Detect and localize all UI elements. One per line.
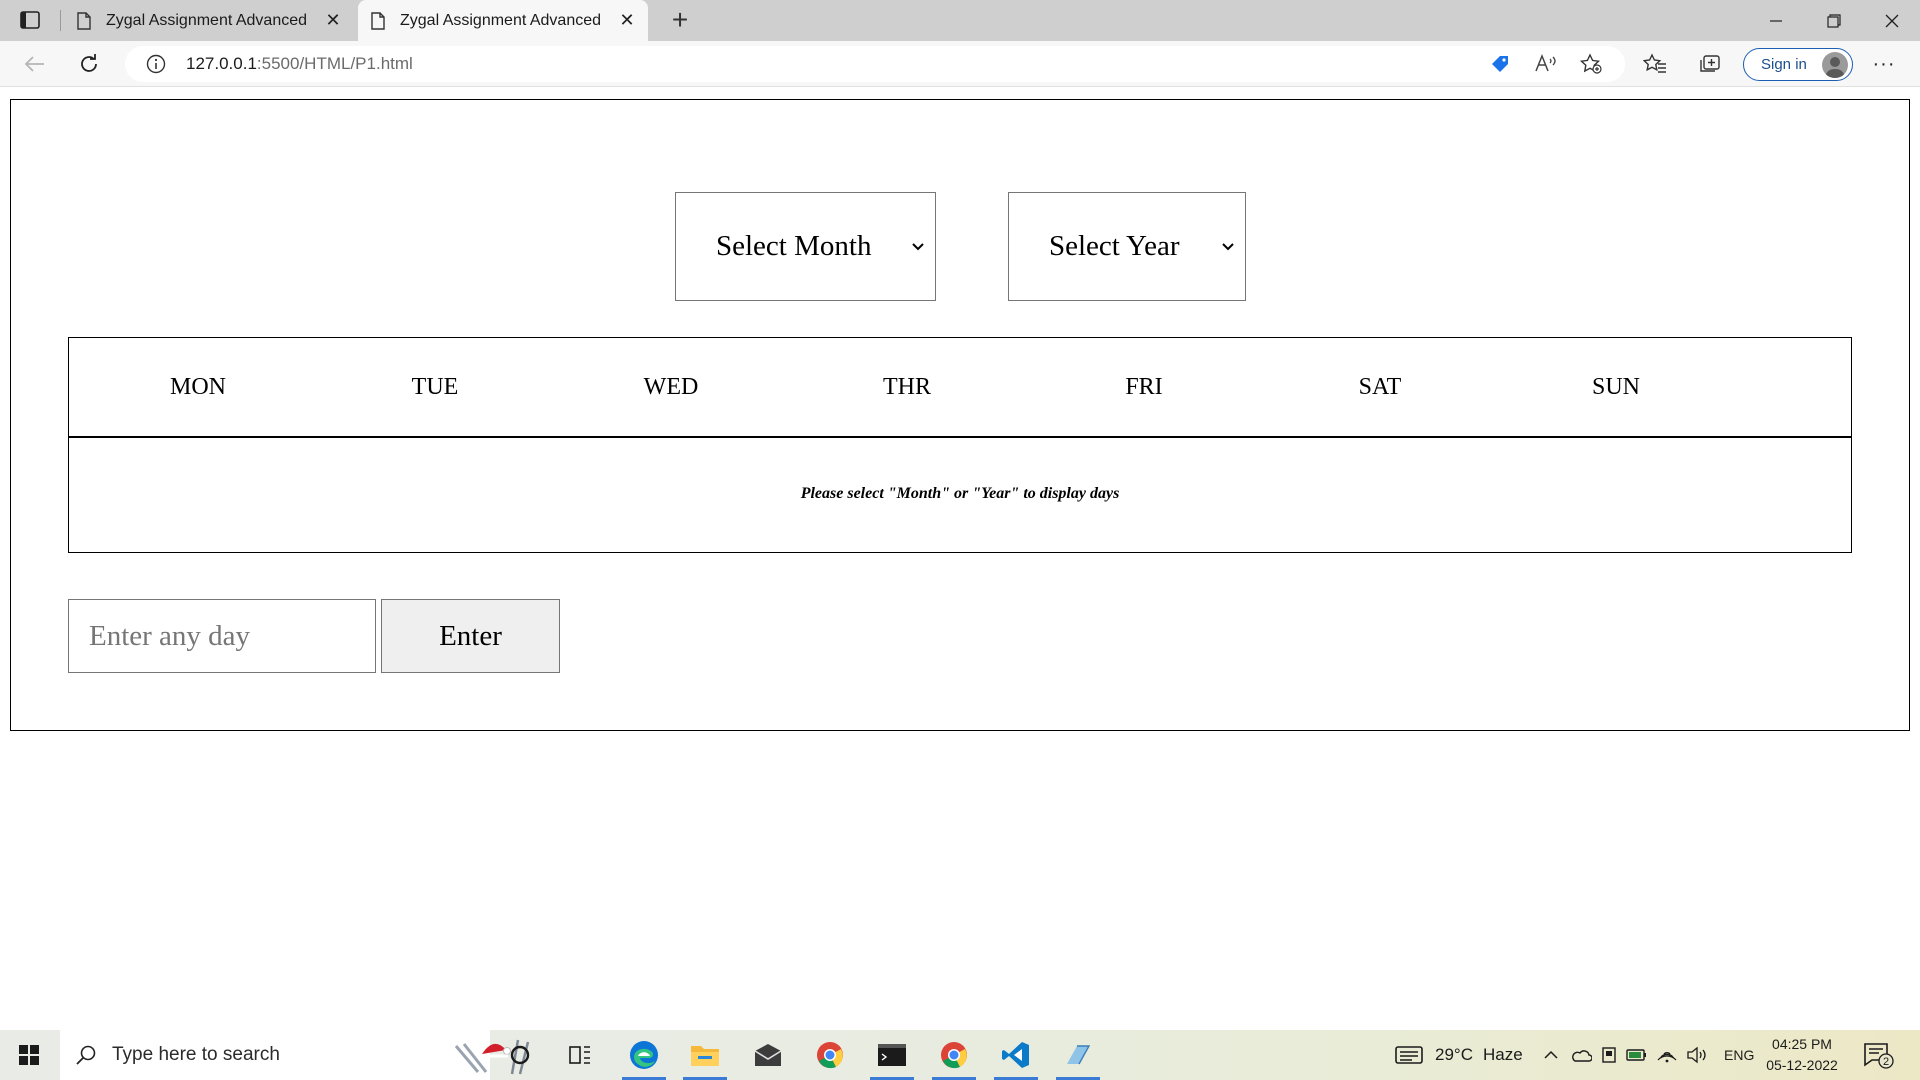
vscode-icon[interactable] — [986, 1030, 1046, 1080]
calendar-header-row: MON TUE WED THR FRI SAT SUN — [69, 338, 1851, 438]
search-icon — [74, 1043, 98, 1067]
weekday-header: MON — [169, 374, 226, 400]
add-favorite-icon[interactable] — [1575, 48, 1607, 80]
snipping-tool-icon[interactable] — [1048, 1030, 1108, 1080]
device-icon[interactable] — [1600, 1030, 1618, 1080]
clock-time: 04:25 PM — [1772, 1036, 1832, 1052]
tab-title: Zygal Assignment Advanced — [400, 11, 602, 29]
collections-icon[interactable] — [1694, 48, 1726, 80]
new-tab-button[interactable]: + — [664, 4, 696, 36]
read-aloud-icon[interactable] — [1530, 48, 1562, 80]
wifi-icon[interactable] — [1656, 1030, 1678, 1080]
page-icon — [77, 11, 91, 30]
input-language[interactable]: ENG — [1724, 1030, 1754, 1080]
browser-tab-bar: Zygal Assignment Advanced ✕ Zygal Assign… — [0, 0, 1920, 41]
url-path: :5500/HTML/P1.html — [256, 54, 413, 73]
favorites-icon[interactable] — [1639, 48, 1671, 80]
onedrive-icon[interactable] — [1570, 1030, 1592, 1080]
terminal-icon[interactable] — [862, 1030, 922, 1080]
day-input[interactable] — [68, 599, 376, 673]
address-field[interactable]: 127.0.0.1:5500/HTML/P1.html — [125, 46, 1625, 82]
sign-in-button[interactable]: Sign in — [1743, 48, 1853, 81]
weather-haze-icon — [1395, 1046, 1423, 1064]
chevron-down-icon — [912, 242, 924, 250]
weekday-header: WED — [643, 374, 699, 400]
tab-actions-icon[interactable] — [17, 7, 43, 33]
more-options-icon[interactable]: ··· — [1868, 48, 1900, 80]
weekday-header: THR — [883, 374, 931, 400]
mail-icon[interactable] — [738, 1030, 798, 1080]
url-text: 127.0.0.1:5500/HTML/P1.html — [186, 54, 413, 74]
notification-count: 2 — [1883, 1056, 1889, 1068]
month-select-value: Select Month — [716, 230, 872, 262]
month-select[interactable]: Select Month — [675, 192, 936, 301]
back-arrow-icon[interactable] — [18, 48, 50, 80]
close-tab-icon[interactable]: ✕ — [612, 6, 642, 36]
cortana-icon[interactable] — [490, 1030, 550, 1080]
url-host: 127.0.0.1 — [186, 54, 257, 73]
reload-icon[interactable] — [73, 48, 105, 80]
shopping-tag-icon[interactable] — [1484, 48, 1516, 80]
taskbar: Type here to search 29°C Haze ENG 04:25 … — [0, 1030, 1920, 1080]
weekday-header: FRI — [1125, 374, 1163, 400]
chrome-icon[interactable] — [800, 1030, 860, 1080]
show-hidden-icons-chevron-up-icon[interactable] — [1543, 1030, 1559, 1080]
weather-temperature: 29°C — [1435, 1045, 1473, 1064]
tab-title: Zygal Assignment Advanced — [106, 11, 308, 29]
clock-date: 05-12-2022 — [1766, 1057, 1838, 1073]
file-explorer-icon[interactable] — [675, 1030, 735, 1080]
edge-browser-icon[interactable] — [614, 1030, 674, 1080]
weekday-header: SUN — [1591, 374, 1640, 400]
year-select[interactable]: Select Year — [1008, 192, 1246, 301]
site-info-icon[interactable] — [146, 54, 166, 74]
weekday-header: TUE — [411, 374, 459, 400]
chrome-profile-icon[interactable] — [924, 1030, 984, 1080]
weekday-header: SAT — [1358, 374, 1402, 400]
tab-separator — [60, 10, 61, 31]
enter-button[interactable]: Enter — [381, 599, 560, 673]
weather-widget[interactable]: 29°C Haze — [1395, 1030, 1523, 1080]
close-window-icon[interactable] — [1864, 0, 1920, 41]
minimize-icon[interactable] — [1748, 0, 1804, 41]
sign-in-label: Sign in — [1761, 56, 1807, 73]
browser-tab-1[interactable]: Zygal Assignment Advanced ✕ — [64, 0, 354, 41]
task-view-icon[interactable] — [550, 1030, 610, 1080]
taskbar-clock[interactable]: 04:25 PM 05-12-2022 — [1762, 1034, 1842, 1076]
volume-icon[interactable] — [1686, 1030, 1708, 1080]
chevron-down-icon — [1222, 242, 1234, 250]
profile-avatar-icon — [1822, 52, 1848, 78]
page-container: Select Month Select Year MON TUE WED THR… — [10, 99, 1910, 731]
notification-center-icon[interactable]: 2 — [1862, 1039, 1894, 1071]
page-icon — [371, 11, 385, 30]
windows-start-icon[interactable] — [0, 1030, 58, 1080]
year-select-value: Select Year — [1049, 230, 1180, 262]
calendar-table: MON TUE WED THR FRI SAT SUN Please selec… — [68, 337, 1852, 553]
calendar-empty-message: Please select "Month" or "Year" to displ… — [800, 485, 1120, 502]
browser-toolbar: 127.0.0.1:5500/HTML/P1.html Sign in ··· — [0, 41, 1920, 87]
taskbar-search-box[interactable]: Type here to search — [60, 1030, 530, 1080]
taskbar-search-placeholder: Type here to search — [112, 1044, 280, 1065]
browser-tab-2[interactable]: Zygal Assignment Advanced ✕ — [358, 0, 648, 41]
close-tab-icon[interactable]: ✕ — [318, 6, 348, 36]
weather-description: Haze — [1482, 1045, 1523, 1064]
restore-icon[interactable] — [1806, 0, 1862, 41]
battery-icon[interactable] — [1626, 1030, 1648, 1080]
